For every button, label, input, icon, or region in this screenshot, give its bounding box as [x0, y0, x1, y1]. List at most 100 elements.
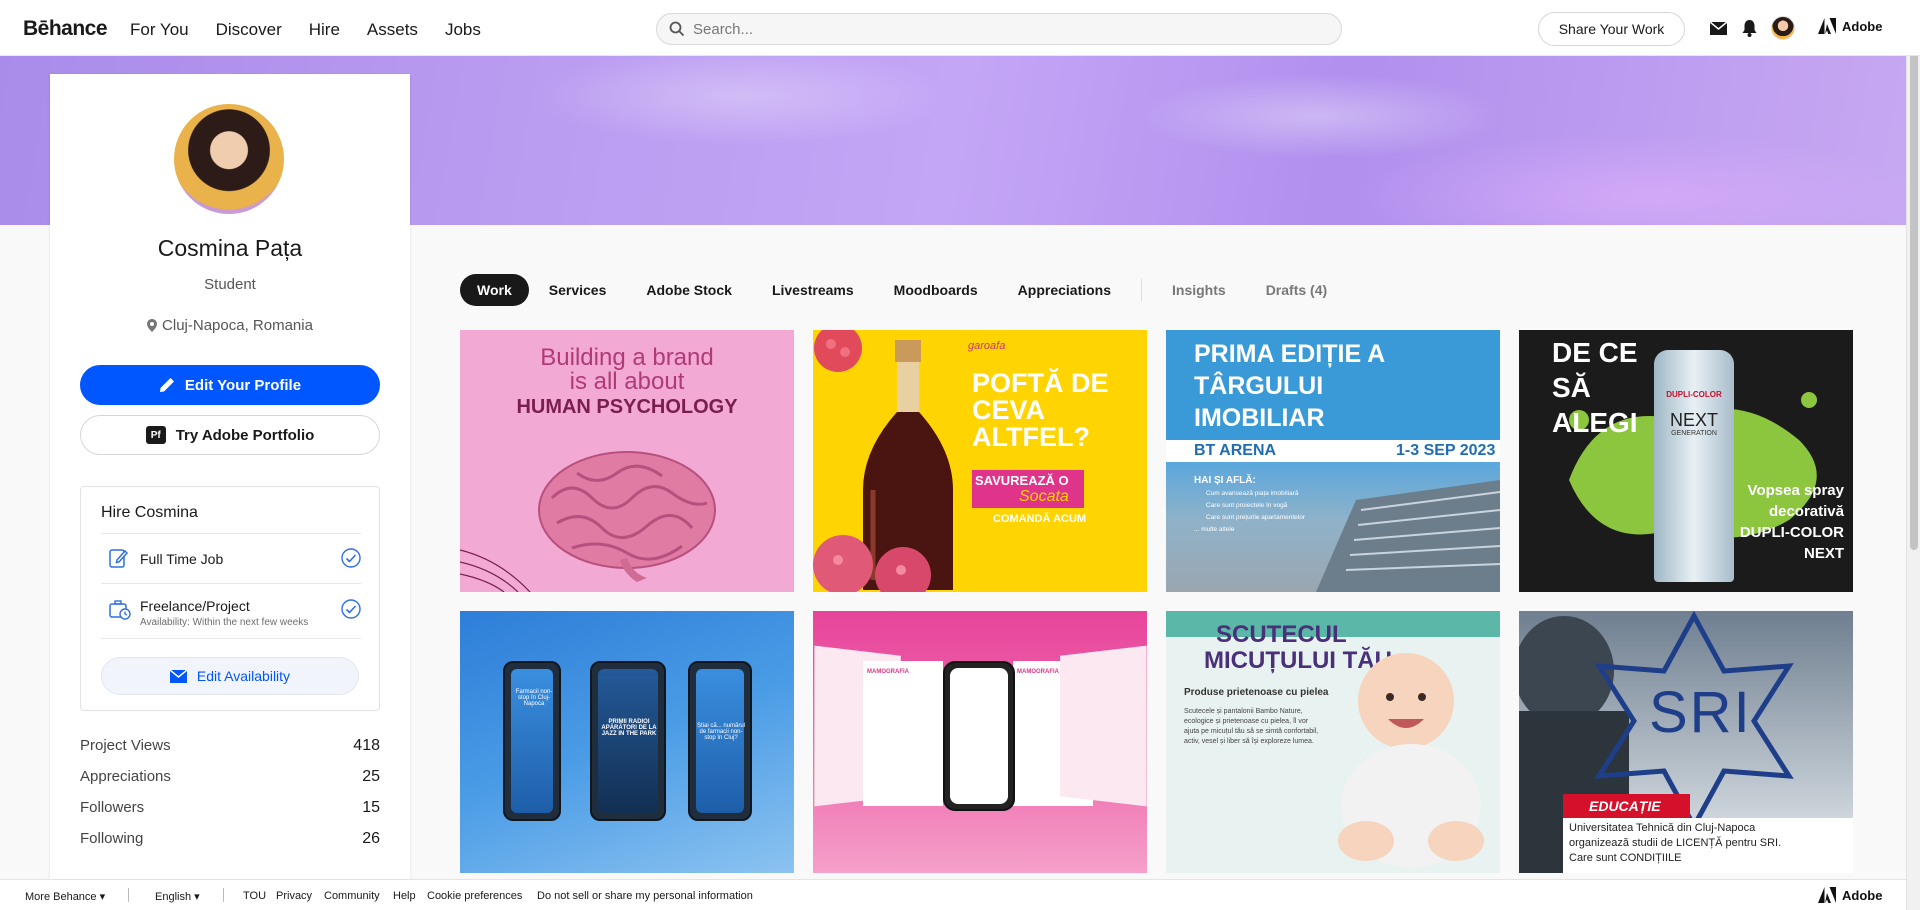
tab-insights[interactable]: Insights — [1152, 274, 1246, 306]
decorative-lines — [460, 549, 531, 592]
user-avatar-button[interactable] — [1771, 16, 1795, 40]
phone-screen-text: PRIMII RADIOI APĂRĂTORI DE LA JAZZ IN TH… — [601, 719, 657, 737]
project-card-sri[interactable]: SRI EDUCAȚIE Universitatea Tehnică din C… — [1519, 611, 1853, 873]
project-card-dupli-color[interactable]: DE CE SĂ ALEGI DUPLI-COLOR NEXT GENERATI… — [1519, 330, 1853, 592]
flyer-page — [863, 661, 943, 806]
can-name: NEXT — [1669, 410, 1718, 430]
profile-sidebar: Cosmina Pața Student Cluj-Napoca, Romani… — [50, 74, 410, 910]
stat-value: 15 — [362, 799, 380, 816]
profile-tabs: Work Services Adobe Stock Livestreams Mo… — [460, 274, 1347, 306]
list-item: Care sunt proiectele în vogă — [1206, 502, 1288, 509]
footer-divider — [223, 888, 224, 902]
check-circle-icon — [341, 548, 361, 573]
location-pin-icon — [147, 319, 158, 332]
tab-services[interactable]: Services — [529, 274, 627, 306]
stat-following[interactable]: Following 26 — [80, 830, 380, 861]
hire-option-freelance[interactable]: Freelance/Project Availability: Within t… — [101, 583, 361, 639]
project-card-scutecul[interactable]: SCUTECUL MICUȚULUI TĂU Produse prietenoa… — [1166, 611, 1500, 873]
tab-adobe-stock[interactable]: Adobe Stock — [626, 274, 752, 306]
nav-jobs[interactable]: Jobs — [445, 20, 481, 40]
list-heading: HAI ȘI AFLĂ: — [1194, 475, 1256, 486]
stat-label: Following — [80, 830, 144, 847]
more-behance-dropdown[interactable]: More Behance ▾ — [25, 890, 105, 903]
project-body: Scutecele și pantalonii Bambo Nature, ec… — [1184, 708, 1319, 745]
tab-drafts[interactable]: Drafts (4) — [1246, 274, 1347, 306]
edit-availability-label: Edit Availability — [196, 668, 291, 684]
footer-link-do-not-sell[interactable]: Do not sell or share my personal informa… — [537, 890, 753, 902]
phone-mockup — [590, 661, 666, 821]
can-sub: GENERATION — [1671, 430, 1717, 437]
footer-link-help[interactable]: Help — [393, 890, 416, 902]
list-item: Care sunt prețurile apartamentelor — [1206, 514, 1305, 521]
venue-label: BT ARENA — [1194, 442, 1277, 459]
phone-mockup — [943, 661, 1015, 811]
main-nav: For You Discover Hire Assets Jobs — [130, 20, 481, 40]
script-label: garoafa — [968, 340, 1006, 352]
adobe-icon — [1818, 18, 1836, 34]
edit-profile-button[interactable]: Edit Your Profile — [80, 365, 380, 405]
baby-illustration — [1338, 653, 1484, 868]
top-navigation-bar: Bēhance For You Discover Hire Assets Job… — [0, 0, 1920, 56]
stat-label: Project Views — [80, 737, 171, 754]
footer-link-cookie-preferences[interactable]: Cookie preferences — [427, 890, 522, 902]
project-card-farmacii-app[interactable]: Farmacii non-stop în Cluj-Napoca PRIMII … — [460, 611, 794, 873]
project-card-human-psychology[interactable]: Building a brand is all about HUMAN PSYC… — [460, 330, 794, 592]
adobe-portfolio-icon: Pf — [145, 426, 166, 444]
language-dropdown[interactable]: English ▾ — [155, 890, 200, 903]
edit-availability-button[interactable]: Edit Availability — [101, 657, 359, 695]
mail-icon[interactable] — [1707, 17, 1729, 39]
try-adobe-portfolio-button[interactable]: Pf Try Adobe Portfolio — [80, 415, 380, 455]
adobe-label: Adobe — [1842, 18, 1883, 34]
date-label: 1-3 SEP 2023 — [1396, 442, 1496, 459]
nav-hire[interactable]: Hire — [309, 20, 340, 40]
caption-line: Care sunt CONDIȚIILE — [1569, 852, 1682, 864]
search-bar[interactable] — [656, 13, 1342, 45]
hire-option-full-time[interactable]: Full Time Job — [101, 533, 361, 583]
tab-work[interactable]: Work — [460, 274, 529, 306]
share-your-work-button[interactable]: Share Your Work — [1538, 12, 1685, 46]
freelance-label: Freelance/Project — [140, 598, 250, 614]
hire-panel: Hire Cosmina Full Time Job Freelance/Pro… — [80, 486, 380, 711]
search-input[interactable] — [693, 20, 1293, 38]
tab-moodboards[interactable]: Moodboards — [874, 274, 998, 306]
mail-icon — [169, 669, 187, 683]
stat-value: 26 — [362, 830, 380, 847]
project-card-pofta-de-ceva[interactable]: garoafa POFTĂ DE CEVA ALTFEL? SAVUREAZĂ … — [813, 330, 1147, 592]
notifications-bell-icon[interactable] — [1738, 17, 1760, 39]
stat-value: 25 — [362, 768, 380, 785]
pencil-icon — [159, 378, 174, 392]
footer-link-community[interactable]: Community — [324, 890, 380, 902]
stat-followers[interactable]: Followers 15 — [80, 799, 380, 830]
list-item: ... multe altele — [1194, 526, 1235, 533]
cta-line1: SAVUREAZĂ O — [975, 473, 1069, 488]
adobe-logo[interactable]: Adobe — [1818, 18, 1882, 34]
nav-for-you[interactable]: For You — [130, 20, 189, 40]
caption-line: organizează studii de LICENȚĂ pentru SRI… — [1569, 837, 1782, 849]
project-text-line1: Building a brand — [540, 344, 714, 371]
try-portfolio-label: Try Adobe Portfolio — [175, 426, 315, 444]
list-item: Cum avansează piața imobiliară — [1206, 490, 1299, 497]
scrollbar-thumb[interactable] — [1910, 45, 1918, 550]
cta-line2: Socata — [1019, 488, 1069, 505]
stat-label: Appreciations — [80, 768, 171, 785]
footer-link-privacy[interactable]: Privacy — [276, 890, 312, 902]
cta-line3: COMANDĂ ACUM — [993, 513, 1087, 525]
project-card-mamografia[interactable]: MAMOGRAFIA MAMOGRAFIA — [813, 611, 1147, 873]
page-scrollbar[interactable] — [1906, 0, 1920, 910]
behance-logo[interactable]: Bēhance — [23, 17, 108, 41]
tag-label: EDUCAȚIE — [1589, 798, 1661, 814]
profile-avatar — [174, 104, 284, 214]
nav-discover[interactable]: Discover — [216, 20, 282, 40]
footer-link-tou[interactable]: TOU — [243, 890, 266, 902]
footer-adobe-logo[interactable]: Adobe — [1818, 887, 1882, 903]
nav-assets[interactable]: Assets — [367, 20, 418, 40]
stat-appreciations: Appreciations 25 — [80, 768, 380, 799]
phone-mockup — [503, 661, 561, 821]
project-text-line3: HUMAN PSYCHOLOGY — [516, 396, 738, 418]
tab-livestreams[interactable]: Livestreams — [752, 274, 874, 306]
full-time-label: Full Time Job — [140, 551, 224, 567]
project-card-targul-imobiliar[interactable]: PRIMA EDIȚIE A TÂRGULUI IMOBILIAR TRANSI… — [1166, 330, 1500, 592]
tab-appreciations[interactable]: Appreciations — [998, 274, 1131, 306]
project-headline: DE CE SĂ ALEGI — [1552, 337, 1638, 438]
project-headline: POFTĂ DE CEVA ALTFEL? — [972, 368, 1109, 452]
